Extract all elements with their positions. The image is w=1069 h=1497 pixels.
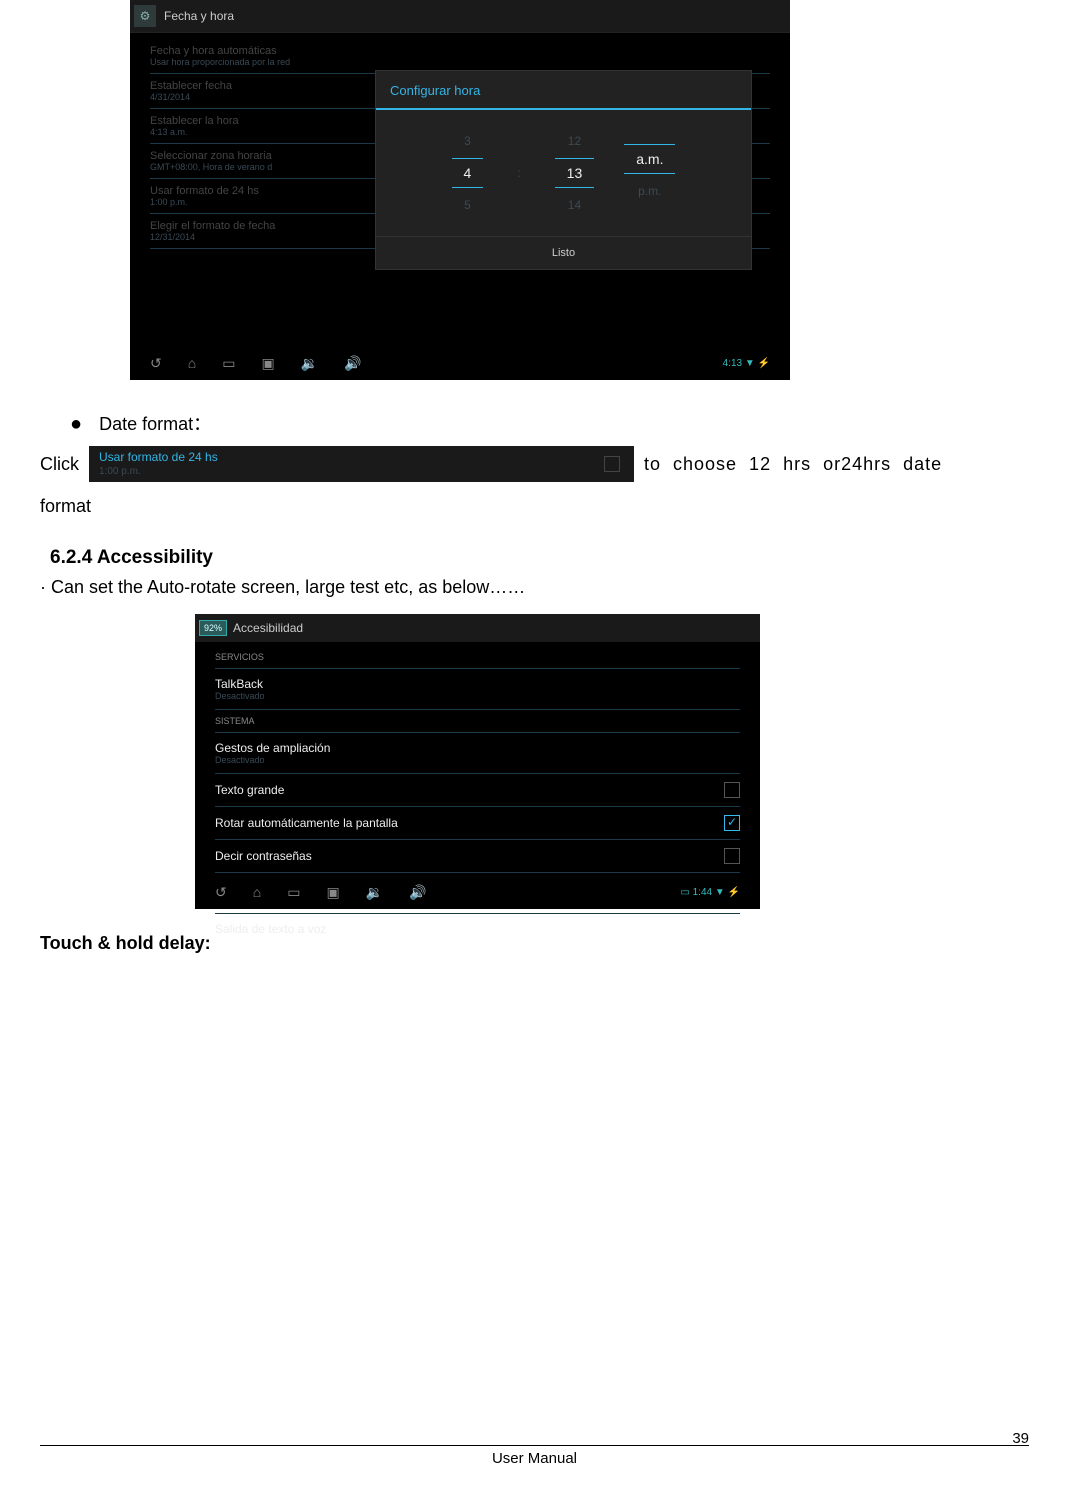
item-subtitle: Desactivado xyxy=(215,755,330,765)
item-title: Gestos de ampliación xyxy=(215,741,330,755)
nav-bar: ↺ ⌂ ▭ ▣ 🔉 🔊 ▭ 1:44 ▼ ⚡ xyxy=(195,875,760,909)
checkbox-icon[interactable] xyxy=(724,782,740,798)
dialog-title: Configurar hora xyxy=(376,71,751,110)
checkbox-icon xyxy=(604,456,620,472)
bullet-label: Date format： xyxy=(99,414,211,434)
time-picker-dialog: Configurar hora 3 4 5 : 12 13 14 a.m. xyxy=(375,70,752,270)
recent-icon[interactable]: ▭ xyxy=(222,355,235,372)
picker-value-above: 12 xyxy=(564,130,585,152)
list-item[interactable]: Decir contraseñas xyxy=(215,840,740,873)
done-button[interactable]: Listo xyxy=(376,236,751,269)
screenshot-icon[interactable]: ▣ xyxy=(261,355,274,372)
back-icon[interactable]: ↺ xyxy=(215,884,227,901)
title-bar: ⚙ Fecha y hora xyxy=(130,0,790,33)
bullet-date-format: ● Date format： xyxy=(70,410,1029,436)
home-icon[interactable]: ⌂ xyxy=(253,884,261,900)
picker-value-selected: 13 xyxy=(555,158,595,188)
section-heading: 6.2.4 Accessibility xyxy=(50,547,1029,569)
click-instruction: Click Usar formato de 24 hs 1:00 p.m. to… xyxy=(40,446,1029,482)
after-inline-text: to choose 12 hrs or24hrs date xyxy=(644,454,942,475)
click-text: Click xyxy=(40,454,79,475)
item-title: Texto grande xyxy=(215,783,284,797)
vol-up-icon[interactable]: 🔊 xyxy=(344,355,361,372)
footer: User Manual xyxy=(40,1445,1029,1467)
picker-value-selected: 4 xyxy=(452,158,484,188)
inline-item-title: Usar formato de 24 hs xyxy=(99,450,218,464)
item-title: Fecha y hora automáticas xyxy=(150,45,770,57)
vol-up-icon[interactable]: 🔊 xyxy=(409,884,426,901)
picker-value-selected: a.m. xyxy=(624,144,675,174)
minute-column[interactable]: 12 13 14 xyxy=(555,130,595,216)
section-body: · Can set the Auto-rotate screen, large … xyxy=(40,577,1029,598)
picker-value-above: 3 xyxy=(460,130,475,152)
item-title: Salida de texto a voz xyxy=(215,922,326,936)
status-time: 4:13 ▼ ⚡ xyxy=(723,358,770,369)
separator: : xyxy=(513,130,524,216)
inline-setting-item[interactable]: Usar formato de 24 hs 1:00 p.m. xyxy=(89,446,634,482)
picker-value-below: 14 xyxy=(564,194,585,216)
checkbox-icon[interactable]: ✓ xyxy=(724,815,740,831)
vol-down-icon[interactable]: 🔉 xyxy=(301,355,318,372)
section-header-services: SERVICIOS xyxy=(215,646,740,669)
list-item[interactable]: Gestos de ampliación Desactivado xyxy=(215,733,740,774)
after-inline-cont: format xyxy=(40,496,1029,517)
item-title: TalkBack xyxy=(215,677,265,691)
checkbox-icon[interactable] xyxy=(724,848,740,864)
hour-column[interactable]: 3 4 5 xyxy=(452,130,484,216)
title-bar: 92% Accesibilidad xyxy=(195,614,760,642)
screen-title: Accesibilidad xyxy=(233,621,303,635)
back-icon[interactable]: ↺ xyxy=(150,355,162,372)
picker-area: 3 4 5 : 12 13 14 a.m. p.m. xyxy=(376,110,751,236)
picker-value-below: p.m. xyxy=(634,180,665,202)
inline-item-subtitle: 1:00 p.m. xyxy=(99,466,141,477)
screenshot-icon[interactable]: ▣ xyxy=(326,884,339,901)
item-subtitle: Usar hora proporcionada por la red xyxy=(150,57,770,67)
battery-badge: 92% xyxy=(199,620,227,636)
ampm-column[interactable]: a.m. p.m. xyxy=(624,130,675,216)
vol-down-icon[interactable]: 🔉 xyxy=(366,884,383,901)
home-icon[interactable]: ⌂ xyxy=(188,355,196,371)
bullet-icon: ● xyxy=(70,413,82,435)
nav-bar: ↺ ⌂ ▭ ▣ 🔉 🔊 4:13 ▼ ⚡ xyxy=(130,346,790,380)
recent-icon[interactable]: ▭ xyxy=(287,884,300,901)
settings-icon: ⚙ xyxy=(134,5,156,27)
item-title: Rotar automáticamente la pantalla xyxy=(215,816,398,830)
status-time: ▭ 1:44 ▼ ⚡ xyxy=(680,887,740,898)
screen-title: Fecha y hora xyxy=(164,9,234,23)
footer-text: User Manual xyxy=(492,1450,577,1467)
section-header-system: SISTEMA xyxy=(215,710,740,733)
list-item[interactable]: Salida de texto a voz xyxy=(215,914,740,944)
list-item[interactable]: Rotar automáticamente la pantalla ✓ xyxy=(215,807,740,840)
screenshot-accessibility: 92% Accesibilidad SERVICIOS TalkBack Des… xyxy=(195,614,760,909)
list-item[interactable]: TalkBack Desactivado xyxy=(215,669,740,710)
screenshot-date-time: ⚙ Fecha y hora Fecha y hora automáticas … xyxy=(130,0,790,380)
item-subtitle: Desactivado xyxy=(215,691,265,701)
list-item[interactable]: Fecha y hora automáticas Usar hora propo… xyxy=(150,39,770,74)
list-item[interactable]: Texto grande xyxy=(215,774,740,807)
item-title: Decir contraseñas xyxy=(215,849,312,863)
picker-value-below: 5 xyxy=(460,194,475,216)
picker-value-above xyxy=(646,130,654,138)
